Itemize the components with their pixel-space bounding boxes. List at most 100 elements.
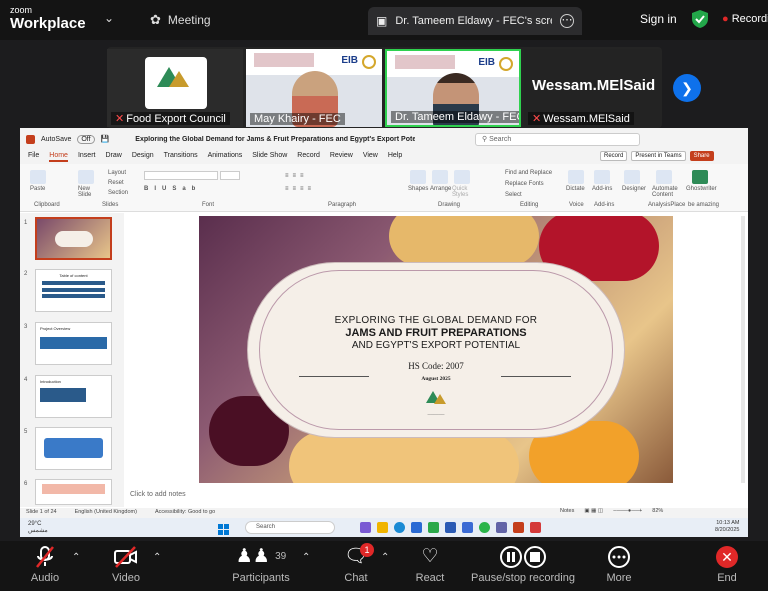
record-button[interactable]: Record	[600, 151, 628, 161]
end-button[interactable]: ✕ End	[697, 545, 757, 584]
view-buttons[interactable]: ▣ ▦ ◫	[584, 508, 603, 514]
tab-help[interactable]: Help	[388, 152, 402, 162]
tab-transitions[interactable]: Transitions	[164, 152, 198, 162]
alignment-buttons[interactable]: ≡≡≡≡	[285, 186, 315, 192]
notes-button[interactable]: Notes	[560, 508, 574, 514]
layout-button[interactable]: Layout	[108, 170, 126, 176]
font-size-select[interactable]	[220, 171, 240, 180]
designer-button[interactable]: Designer	[622, 186, 646, 192]
shapes-icon[interactable]	[410, 170, 426, 184]
quick-styles-icon[interactable]	[454, 170, 470, 184]
select-button[interactable]: Select	[505, 192, 522, 198]
edge-icon[interactable]	[394, 522, 405, 533]
pause-stop-recording-button[interactable]: Pause/stop recording	[463, 545, 583, 584]
tab-insert[interactable]: Insert	[78, 152, 96, 162]
video-options-chevron-icon[interactable]: ⌃	[153, 552, 161, 563]
font-format-buttons[interactable]: BIUSab	[144, 186, 201, 192]
slide-thumbnail[interactable]	[35, 217, 112, 260]
dictate-button[interactable]: Dictate	[566, 186, 585, 192]
accessibility-status[interactable]: Accessibility: Good to go	[155, 509, 215, 517]
file-explorer-icon[interactable]	[377, 522, 388, 533]
language-indicator[interactable]: English (United Kingdom)	[75, 509, 137, 517]
screen-share-tab[interactable]: ▣ Dr. Tameem Eldawy - FEC's screen ⋯	[368, 7, 582, 35]
sign-in-link[interactable]: Sign in	[640, 12, 677, 26]
zoom-app-icon[interactable]	[462, 522, 473, 533]
tab-review[interactable]: Review	[330, 152, 353, 162]
shield-check-icon[interactable]	[692, 10, 708, 28]
arrange-button[interactable]: Arrange	[430, 186, 451, 192]
quick-styles-button[interactable]: Quick Styles	[452, 186, 472, 198]
participants-options-chevron-icon[interactable]: ⌃	[302, 552, 310, 563]
ghostwriter-button[interactable]: Ghostwriter	[686, 186, 717, 192]
zoom-level[interactable]: 82%	[652, 508, 663, 514]
tab-home[interactable]: Home	[49, 152, 68, 162]
tab-draw[interactable]: Draw	[105, 152, 121, 162]
powerpoint-taskbar-icon[interactable]	[513, 522, 524, 533]
slide-scrollbar[interactable]	[741, 216, 745, 483]
teams-icon[interactable]	[496, 522, 507, 533]
autosave-toggle[interactable]: Off	[77, 134, 95, 144]
zoom-workplace-logo[interactable]: zoom Workplace	[10, 6, 86, 32]
section-button[interactable]: Section	[108, 190, 128, 196]
tab-design[interactable]: Design	[132, 152, 154, 162]
paste-icon[interactable]	[30, 170, 46, 184]
chevron-right-icon[interactable]: ❯	[673, 74, 701, 102]
taskbar-search[interactable]: Search	[245, 521, 335, 534]
slide-thumbnail[interactable]: Project Overview	[35, 322, 112, 365]
excel-icon[interactable]	[428, 522, 439, 533]
font-name-select[interactable]	[144, 171, 218, 180]
save-icon[interactable]: 💾	[101, 135, 110, 143]
app-icon[interactable]	[530, 522, 541, 533]
new-slide-icon[interactable]	[78, 170, 94, 184]
participant-tile[interactable]: Wessam.MElSaid ✕ Wessam.MElSaid	[524, 49, 660, 127]
participant-tile[interactable]: EIB May Khairy - FEC	[246, 49, 382, 127]
find-replace-button[interactable]: Find and Replace	[505, 170, 552, 176]
new-slide-button[interactable]: New Slide	[78, 186, 100, 198]
chat-button[interactable]: 🗨 Chat	[316, 545, 396, 584]
add-ins-button[interactable]: Add-ins	[592, 186, 612, 192]
chevron-down-icon[interactable]: ⌄	[104, 11, 114, 25]
paragraph-buttons[interactable]: ≡≡≡	[285, 173, 308, 179]
automate-content-button[interactable]: Automate Content	[652, 186, 678, 198]
more-button[interactable]: More	[579, 545, 659, 584]
current-slide[interactable]: EXPLORING THE GLOBAL DEMAND FOR JAMS AND…	[199, 216, 673, 483]
participants-button[interactable]: ♟♟ 39 Participants	[221, 545, 301, 584]
arrange-icon[interactable]	[432, 170, 448, 184]
present-in-teams-button[interactable]: Present in Teams	[631, 151, 686, 161]
reset-button[interactable]: Reset	[108, 180, 124, 186]
active-speaker-tile[interactable]: EIB Dr. Tameem Eldawy - FEC	[385, 49, 521, 127]
automate-icon[interactable]	[656, 170, 672, 184]
tab-slide-show[interactable]: Slide Show	[252, 152, 287, 162]
outlook-icon[interactable]	[445, 522, 456, 533]
chat-options-chevron-icon[interactable]: ⌃	[381, 552, 389, 563]
slide-thumbnail[interactable]: Table of content	[35, 269, 112, 312]
more-options-icon[interactable]: ⋯	[560, 14, 574, 28]
microphone-icon[interactable]	[568, 170, 584, 184]
ghostwriter-icon[interactable]	[692, 170, 708, 184]
participant-tile[interactable]: ✕ Food Export Council	[107, 49, 243, 127]
whatsapp-icon[interactable]	[479, 522, 490, 533]
video-button[interactable]: Video	[86, 545, 166, 584]
notes-pane[interactable]: Click to add notes	[130, 491, 186, 498]
weather-widget[interactable]: 29°C مشمس	[28, 521, 48, 535]
zoom-slider[interactable]: −───●──+	[613, 508, 642, 514]
add-ins-icon[interactable]	[594, 170, 610, 184]
slide-thumbnail[interactable]	[35, 479, 112, 505]
replace-fonts-button[interactable]: Replace Fonts	[505, 181, 544, 187]
windows-start-icon[interactable]	[218, 522, 229, 535]
audio-options-chevron-icon[interactable]: ⌃	[72, 552, 80, 563]
tab-animations[interactable]: Animations	[208, 152, 243, 162]
audio-button[interactable]: Audio	[5, 545, 85, 584]
clock[interactable]: 10:13 AM 8/20/2025	[715, 520, 739, 534]
slide-thumbnail[interactable]: Introduction	[35, 375, 112, 418]
recording-indicator[interactable]: ● Recording	[722, 13, 768, 25]
tab-record[interactable]: Record	[297, 152, 320, 162]
meeting-tab[interactable]: ✿ Meeting	[150, 12, 211, 28]
paste-button[interactable]: Paste	[30, 186, 45, 192]
designer-icon[interactable]	[624, 170, 640, 184]
tab-file[interactable]: File	[28, 152, 39, 162]
tab-view[interactable]: View	[363, 152, 378, 162]
share-button[interactable]: Share	[689, 151, 714, 161]
store-icon[interactable]	[411, 522, 422, 533]
shapes-button[interactable]: Shapes	[408, 186, 428, 192]
